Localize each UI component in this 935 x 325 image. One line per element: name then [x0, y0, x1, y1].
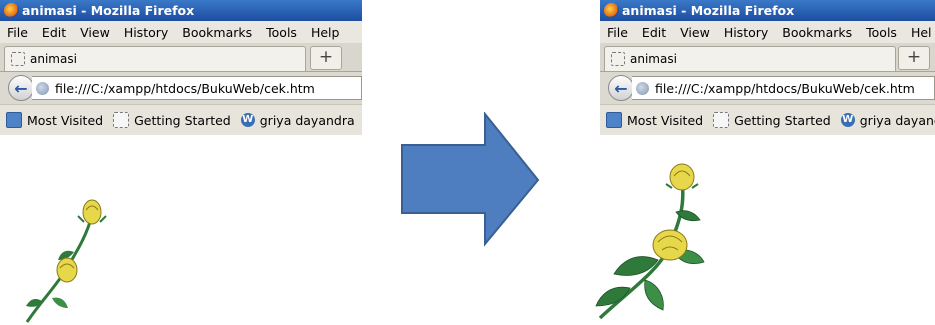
bookmark-label: Most Visited — [27, 112, 104, 128]
bookmark-label: Most Visited — [627, 112, 704, 128]
bookmark-griya-dayandra[interactable]: W griya dayandra — [240, 112, 355, 128]
menu-bookmarks[interactable]: Bookmarks — [175, 25, 259, 40]
back-arrow-icon[interactable]: ← — [8, 75, 34, 101]
url-bar[interactable]: file:///C:/xampp/htdocs/BukuWeb/cek.htm — [32, 76, 362, 100]
menu-help[interactable]: Help — [304, 25, 347, 40]
bookmark-label: Getting Started — [134, 112, 231, 128]
blank-page-icon — [11, 52, 25, 66]
wordpress-icon: W — [240, 113, 255, 127]
tab-label: animasi — [30, 52, 77, 66]
menu-history[interactable]: History — [117, 25, 175, 40]
globe-icon — [36, 81, 49, 95]
new-tab-button[interactable]: + — [898, 46, 930, 70]
most-visited-icon — [606, 112, 622, 128]
menu-view[interactable]: View — [673, 25, 717, 40]
blank-page-icon — [713, 112, 730, 128]
menu-view[interactable]: View — [73, 25, 117, 40]
bookmark-griya-dayandra[interactable]: W griya dayandr — [840, 112, 935, 128]
tab-label: animasi — [630, 52, 677, 66]
menu-edit[interactable]: Edit — [35, 25, 73, 40]
url-text: file:///C:/xampp/htdocs/BukuWeb/cek.htm — [55, 80, 315, 96]
window-title: animasi - Mozilla Firefox — [22, 3, 195, 18]
menu-edit[interactable]: Edit — [635, 25, 673, 40]
menu-help[interactable]: Hel — [904, 25, 935, 40]
navigation-bar: ← file:///C:/xampp/htdocs/BukuWeb/cek.ht… — [600, 72, 935, 104]
url-text: file:///C:/xampp/htdocs/BukuWeb/cek.htm — [655, 80, 915, 96]
yellow-rose-icon — [595, 163, 705, 320]
tab-animasi[interactable]: animasi — [604, 46, 896, 71]
blank-page-icon — [113, 112, 130, 128]
bookmark-most-visited[interactable]: Most Visited — [6, 112, 103, 128]
menu-file[interactable]: File — [0, 25, 35, 40]
menu-bar: File Edit View History Bookmarks Tools H… — [600, 21, 935, 43]
bookmark-label: griya dayandr — [859, 112, 935, 128]
browser-window-after: animasi - Mozilla Firefox File Edit View… — [600, 0, 935, 162]
bookmark-label: griya dayandra — [259, 112, 355, 128]
menu-tools[interactable]: Tools — [859, 25, 904, 40]
menu-bar: File Edit View History Bookmarks Tools H… — [0, 21, 362, 43]
tab-animasi[interactable]: animasi — [4, 46, 306, 71]
firefox-icon — [4, 3, 19, 18]
tab-strip: animasi + — [0, 43, 362, 72]
bookmark-label: Getting Started — [734, 112, 831, 128]
menu-file[interactable]: File — [600, 25, 635, 40]
globe-icon — [636, 81, 649, 95]
menu-tools[interactable]: Tools — [259, 25, 304, 40]
menu-history[interactable]: History — [717, 25, 775, 40]
tab-strip: animasi + — [600, 43, 935, 72]
title-bar: animasi - Mozilla Firefox — [0, 0, 362, 21]
browser-window-before: animasi - Mozilla Firefox File Edit View… — [0, 0, 362, 162]
bookmarks-toolbar: Most Visited Getting Started W griya day… — [600, 104, 935, 135]
right-arrow-icon — [401, 112, 540, 247]
window-title: animasi - Mozilla Firefox — [622, 3, 795, 18]
back-arrow-icon[interactable]: ← — [608, 75, 634, 101]
bookmark-getting-started[interactable]: Getting Started — [113, 112, 231, 128]
bookmark-getting-started[interactable]: Getting Started — [713, 112, 831, 128]
most-visited-icon — [6, 112, 22, 128]
wordpress-icon: W — [840, 113, 855, 127]
url-bar[interactable]: file:///C:/xampp/htdocs/BukuWeb/cek.htm — [632, 76, 935, 100]
yellow-rose-icon — [25, 199, 107, 323]
firefox-icon — [604, 3, 619, 18]
blank-page-icon — [611, 52, 625, 66]
new-tab-button[interactable]: + — [310, 46, 342, 70]
menu-bookmarks[interactable]: Bookmarks — [775, 25, 859, 40]
navigation-bar: ← file:///C:/xampp/htdocs/BukuWeb/cek.ht… — [0, 72, 362, 104]
bookmark-most-visited[interactable]: Most Visited — [606, 112, 703, 128]
title-bar: animasi - Mozilla Firefox — [600, 0, 935, 21]
bookmarks-toolbar: Most Visited Getting Started W griya day… — [0, 104, 362, 135]
